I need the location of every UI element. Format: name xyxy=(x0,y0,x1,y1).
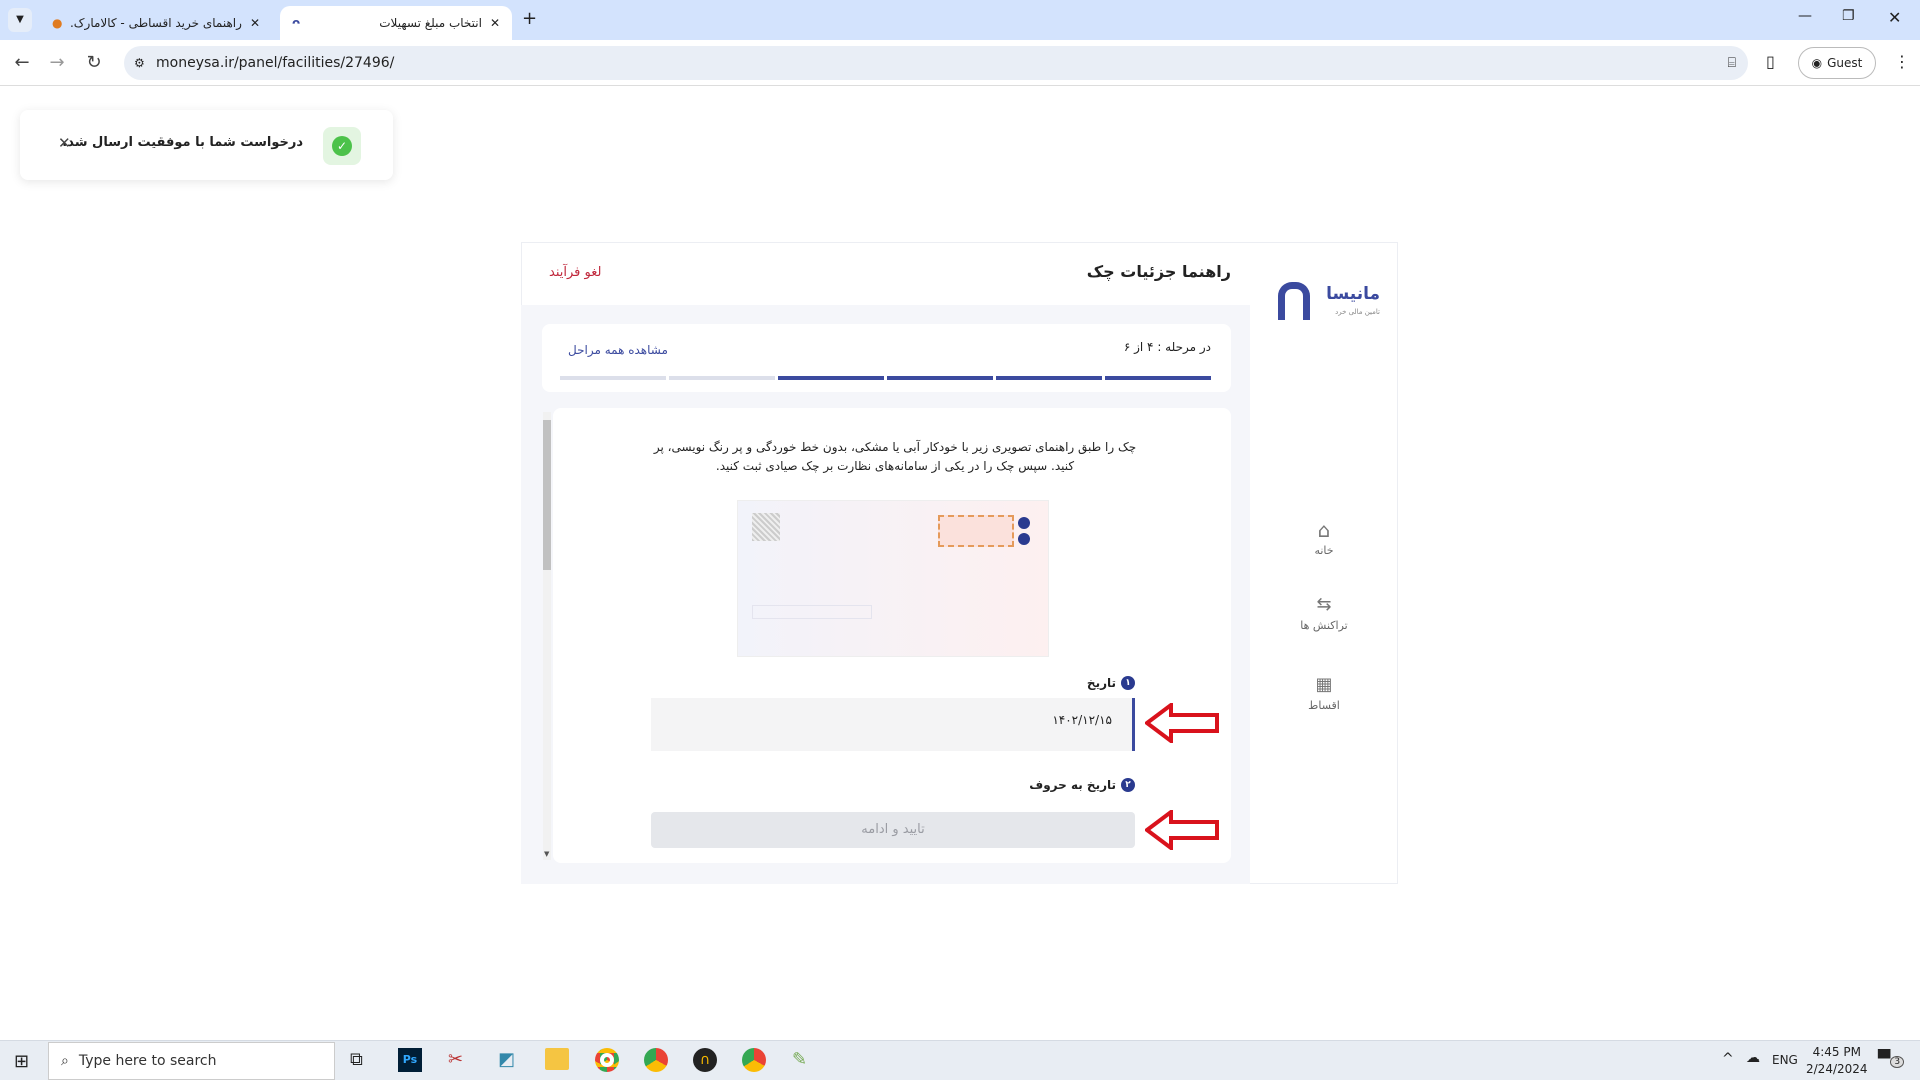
new-tab-button[interactable]: + xyxy=(522,8,537,29)
paint-icon[interactable]: ✎ xyxy=(792,1049,807,1070)
chrome-icon[interactable] xyxy=(595,1048,619,1072)
progress-card xyxy=(542,324,1231,392)
tab-bar: ▼ ✕ راهنمای خرید اقساطی - کالامارک... ● … xyxy=(0,0,1920,40)
search-icon: ⌕ xyxy=(61,1053,69,1069)
amount-boxes xyxy=(752,605,872,619)
red-arrow-annotation-icon xyxy=(1145,810,1219,850)
taskbar: ⊞ ⌕ Type here to search ⧉ Ps ✂ ◩ ∩ ✎ ^ ☁ … xyxy=(0,1040,1920,1080)
check-guide-image xyxy=(737,500,1049,657)
tab-kalamark[interactable]: ✕ راهنمای خرید اقساطی - کالامارک... ● xyxy=(40,6,272,40)
nav-transactions[interactable]: ⇆ تراکنش ها xyxy=(1270,594,1378,632)
site-info-icon[interactable]: ⚙ xyxy=(134,56,145,70)
user-icon: ◉ xyxy=(1811,56,1823,70)
favicon-icon: ● xyxy=(52,16,63,30)
close-icon[interactable]: ✕ xyxy=(250,16,260,30)
field1-label: ۱ تاریخ xyxy=(1087,676,1135,690)
minimize-button[interactable]: — xyxy=(1798,8,1812,24)
page-title: راهنما جزئیات چک xyxy=(1086,262,1231,281)
red-arrow-annotation-icon xyxy=(1145,703,1219,743)
scrollbar[interactable] xyxy=(543,412,551,860)
close-icon[interactable]: ✕ xyxy=(490,16,500,30)
cancel-process-link[interactable]: لغو فرآیند xyxy=(549,265,601,280)
forward-button[interactable]: → xyxy=(45,52,69,73)
reload-button[interactable]: ↻ xyxy=(82,52,106,73)
progress-segment xyxy=(778,376,884,380)
calendar-icon: ▦ xyxy=(1315,674,1333,695)
app-icon[interactable]: ◩ xyxy=(498,1049,515,1070)
clock[interactable]: 4:45 PM 2/24/2024 xyxy=(1806,1044,1868,1078)
view-all-steps-link[interactable]: مشاهده همه مراحل xyxy=(568,343,668,357)
photoshop-icon[interactable]: Ps xyxy=(398,1048,422,1072)
badge-1-icon xyxy=(1018,517,1030,529)
scroll-down-arrow[interactable]: ▼ xyxy=(544,850,549,858)
step-label: در مرحله : ۴ از ۶ xyxy=(1123,340,1211,354)
translate-icon[interactable]: ⌸ xyxy=(1728,55,1736,71)
windows-start-icon[interactable]: ⊞ xyxy=(14,1051,29,1072)
app-icon[interactable]: ✂ xyxy=(448,1049,463,1070)
instructions: چک را طبق راهنمای تصویری زیر با خودکار آ… xyxy=(653,440,1137,473)
app-icon[interactable]: ∩ xyxy=(693,1048,717,1072)
nav-home[interactable]: ⌂ خانه xyxy=(1270,518,1378,557)
badge-2: ۲ xyxy=(1121,778,1135,792)
tab-list-button[interactable]: ▼ xyxy=(8,8,32,32)
success-toast: ✓ درخواست شما با موفقیت ارسال شد. ✕ xyxy=(20,110,393,180)
scrollbar-thumb[interactable] xyxy=(543,420,551,570)
menu-icon[interactable]: ⋮ xyxy=(1894,52,1910,71)
field2-label: ۲ تاریخ به حروف xyxy=(1029,778,1135,792)
badge-2-icon xyxy=(1018,533,1030,545)
toast-message: درخواست شما با موفقیت ارسال شد. xyxy=(62,135,303,150)
transactions-icon: ⇆ xyxy=(1316,594,1332,615)
back-button[interactable]: ← xyxy=(10,52,34,73)
tab-moneysa[interactable]: ✕ انتخاب مبلغ تسهیلات ᴖ xyxy=(280,6,512,40)
close-window-button[interactable]: ✕ xyxy=(1888,8,1901,27)
progress-segment xyxy=(560,376,666,380)
profile-button[interactable]: ◉ Guest xyxy=(1798,47,1876,79)
side-panel-icon[interactable]: ▯ xyxy=(1766,52,1775,71)
onedrive-icon[interactable]: ☁ xyxy=(1746,1050,1760,1066)
date-highlight xyxy=(938,515,1014,547)
date-field[interactable]: ۱۴۰۲/۱۲/۱۵ xyxy=(651,698,1135,751)
chrome-icon[interactable] xyxy=(742,1048,766,1072)
nav-installments[interactable]: ▦ اقساط xyxy=(1270,674,1378,712)
home-icon: ⌂ xyxy=(1317,518,1331,542)
badge-1: ۱ xyxy=(1121,676,1135,690)
task-view-icon[interactable]: ⧉ xyxy=(350,1049,363,1070)
progress-segment xyxy=(996,376,1102,380)
notifications-icon[interactable]: ▀ 3 xyxy=(1878,1049,1905,1068)
file-explorer-icon[interactable] xyxy=(545,1048,569,1070)
confirm-continue-button[interactable]: تایید و ادامه xyxy=(651,812,1135,848)
success-icon: ✓ xyxy=(323,127,361,165)
progress-segment xyxy=(1105,376,1211,380)
logo-mark-icon xyxy=(1278,282,1310,320)
language-indicator[interactable]: ENG xyxy=(1772,1053,1798,1067)
chrome-icon[interactable] xyxy=(644,1048,668,1072)
taskbar-search-input[interactable]: ⌕ Type here to search xyxy=(48,1042,335,1080)
qr-code-icon xyxy=(752,513,780,541)
show-hidden-icons[interactable]: ^ xyxy=(1722,1051,1734,1067)
progress-segment xyxy=(887,376,993,380)
favicon-icon: ᴖ xyxy=(292,16,301,30)
restore-button[interactable]: ❐ xyxy=(1842,8,1855,24)
url-input[interactable]: ⚙ moneysa.ir/panel/facilities/27496/ ⌸ xyxy=(124,46,1748,80)
logo: مانیسا تامین مالی خرد xyxy=(1276,282,1380,322)
progress-segment xyxy=(669,376,775,380)
close-icon[interactable]: ✕ xyxy=(58,134,71,152)
